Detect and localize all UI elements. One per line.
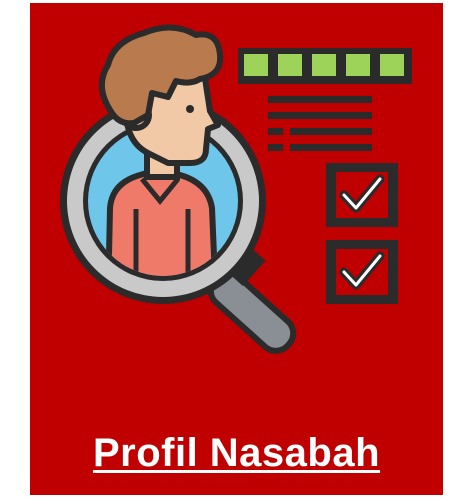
tile-title: Profil Nasabah (92, 431, 381, 475)
checkbox-checked-icon (326, 240, 398, 304)
checkbox-checked-icon (326, 163, 398, 227)
text-lines-icon (268, 96, 372, 151)
status-bar-icon (238, 48, 412, 84)
customer-profile-search-icon (60, 24, 412, 354)
profil-nasabah-tile[interactable]: Profil Nasabah (30, 3, 443, 495)
